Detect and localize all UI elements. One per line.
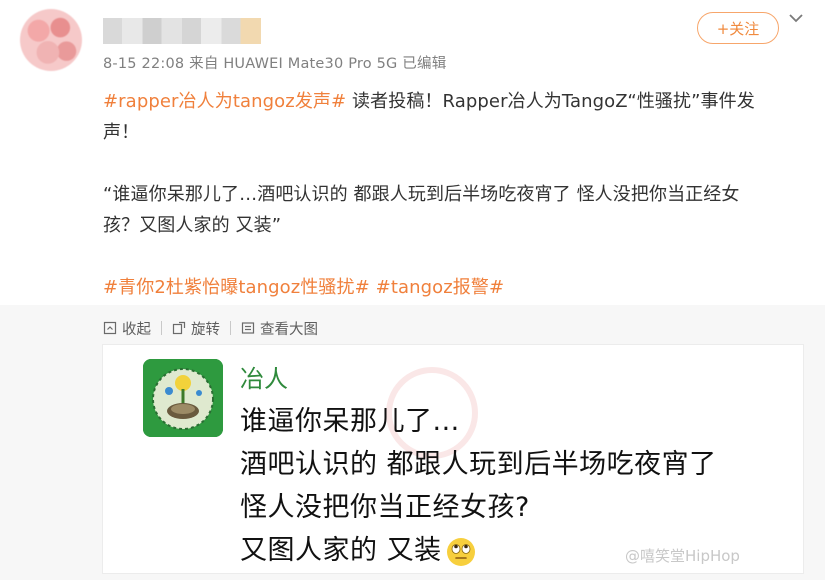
chat-line: 怪人没把你当正经女孩?: [240, 492, 530, 523]
chevron-down-icon[interactable]: [788, 10, 804, 26]
hashtag-link[interactable]: #tangoz报警#: [376, 277, 505, 298]
chat-avatar-icon: [143, 359, 223, 437]
divider: [230, 321, 231, 335]
tags-line: #青你2杜紫怡曝tangoz性骚扰# #tangoz报警#: [103, 272, 803, 303]
avatar[interactable]: [20, 9, 82, 71]
rotate-button[interactable]: 旋转: [172, 318, 220, 339]
image-icon: [241, 322, 255, 334]
collapse-icon: [103, 321, 117, 335]
chat-sender-name: 冶人: [240, 365, 288, 393]
view-large-button[interactable]: 查看大图: [241, 318, 318, 339]
hashtag-link[interactable]: #rapper冶人为tangoz发声#: [103, 91, 346, 112]
chat-line-text: 又图人家的 又装: [240, 535, 442, 566]
divider: [161, 321, 162, 335]
username-redacted[interactable]: [103, 18, 261, 44]
attached-image[interactable]: 冶人 谁逼你呆那儿了... 酒吧认识的 都跟人玩到后半场吃夜宵了 怪人没把你当正…: [103, 345, 803, 573]
content-line-2: 声！: [103, 122, 140, 143]
rotate-icon: [172, 321, 186, 335]
content-text: 读者投稿！Rapper冶人为TangoZ“性骚扰”事件发: [346, 91, 755, 112]
post-content: #rapper冶人为tangoz发声# 读者投稿！Rapper冶人为TangoZ…: [103, 86, 803, 303]
watermark-text: @嘻笑堂HipHop: [625, 547, 740, 565]
collapse-label: 收起: [122, 321, 151, 338]
chat-line: 酒吧认识的 都跟人玩到后半场吃夜宵了: [240, 449, 717, 480]
post-meta: 8-15 22:08 来自 HUAWEI Mate30 Pro 5G 已编辑: [103, 56, 447, 72]
quote-line-1: “谁逼你呆那儿了…酒吧认识的 都跟人玩到后半场吃夜宵了 怪人没把你当正经女: [103, 184, 740, 205]
eye-roll-emoji-icon: [446, 537, 475, 566]
media-toolbar: 收起 旋转 查看大图: [103, 317, 318, 339]
hashtag-link[interactable]: #青你2杜紫怡曝tangoz性骚扰#: [103, 277, 370, 298]
content-line-1: #rapper冶人为tangoz发声# 读者投稿！Rapper冶人为TangoZ…: [103, 86, 803, 117]
quote-line-2: 孩？又图人家的 又装”: [103, 215, 282, 236]
view-large-label: 查看大图: [260, 321, 318, 338]
post-card: 8-15 22:08 来自 HUAWEI Mate30 Pro 5G 已编辑 +…: [0, 0, 825, 305]
follow-button[interactable]: +关注: [697, 12, 779, 44]
chat-line: 谁逼你呆那儿了...: [240, 406, 460, 437]
rotate-label: 旋转: [191, 321, 220, 338]
collapse-button[interactable]: 收起: [103, 318, 151, 339]
